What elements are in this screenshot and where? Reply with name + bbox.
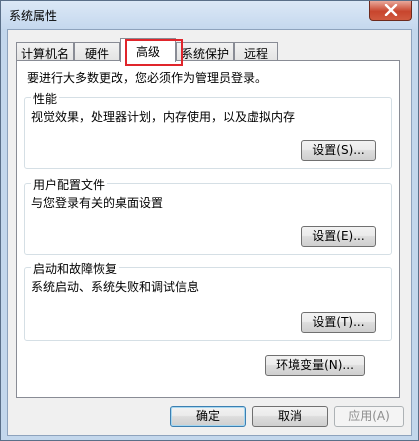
dialog-client-area: 计算机名 硬件 高级 系统保护 远程 要进行大多数更改，您必须作为管理员登录。 …: [7, 29, 412, 436]
close-icon: [384, 4, 398, 16]
user-profiles-description: 与您登录有关的桌面设置: [31, 196, 164, 210]
user-profiles-settings-button[interactable]: 设置(E)...: [301, 226, 376, 247]
performance-settings-button[interactable]: 设置(S)...: [301, 140, 376, 161]
window-title: 系统属性: [9, 9, 58, 23]
startup-recovery-settings-button[interactable]: 设置(T)...: [301, 312, 376, 333]
environment-variables-button[interactable]: 环境变量(N)...: [265, 355, 365, 376]
tab-computer-name[interactable]: 计算机名: [16, 42, 74, 61]
user-profiles-title: 用户配置文件: [31, 176, 108, 193]
tab-system-protection[interactable]: 系统保护: [176, 42, 234, 61]
cancel-button[interactable]: 取消: [252, 406, 328, 427]
performance-title: 性能: [31, 90, 60, 107]
close-button[interactable]: [369, 1, 412, 21]
apply-button[interactable]: 应用(A): [334, 406, 404, 427]
advanced-tab-panel: 要进行大多数更改，您必须作为管理员登录。 性能 视觉效果，处理器计划，内存使用，…: [16, 60, 400, 398]
performance-description: 视觉效果，处理器计划，内存使用，以及虚拟内存: [31, 110, 296, 124]
red-highlight-box: [125, 39, 183, 66]
startup-recovery-title: 启动和故障恢复: [31, 260, 120, 277]
user-profiles-group: 用户配置文件 与您登录有关的桌面设置 设置(E)...: [24, 176, 392, 255]
tab-hardware[interactable]: 硬件: [74, 42, 120, 61]
performance-group: 性能 视觉效果，处理器计划，内存使用，以及虚拟内存 设置(S)...: [24, 90, 392, 169]
ok-button[interactable]: 确定: [170, 406, 246, 427]
tab-remote[interactable]: 远程: [234, 42, 278, 61]
startup-recovery-group: 启动和故障恢复 系统启动、系统失败和调试信息 设置(T)...: [24, 260, 392, 341]
title-bar[interactable]: 系统属性: [1, 1, 418, 29]
system-properties-window: 系统属性 计算机名 硬件 高级 系统保护 远程 要进行大多数更改，您必须作为管理…: [0, 0, 419, 441]
startup-recovery-description: 系统启动、系统失败和调试信息: [31, 280, 200, 294]
admin-notice: 要进行大多数更改，您必须作为管理员登录。: [27, 71, 268, 85]
